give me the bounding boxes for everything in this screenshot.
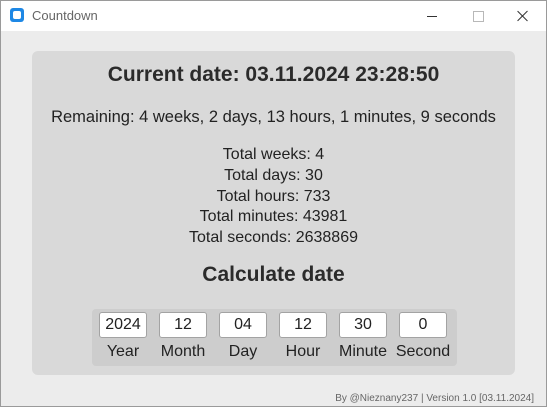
month-input[interactable] <box>159 312 207 338</box>
total-seconds: Total seconds: 2638869 <box>188 229 358 247</box>
total-hours: Total hours: 733 <box>216 187 331 205</box>
current-date-heading: Current date: 03.11.2024 23:28:50 <box>107 63 440 86</box>
total-minutes: Total minutes: 43981 <box>199 208 348 226</box>
minute-label: Minute <box>338 343 388 360</box>
remaining-text: Remaining: 4 weeks, 2 days, 13 hours, 1 … <box>51 108 496 126</box>
close-button[interactable] <box>500 1 546 31</box>
year-label: Year <box>106 343 140 360</box>
total-days: Total days: 30 <box>224 166 323 184</box>
hour-input[interactable] <box>279 312 327 338</box>
month-label: Month <box>160 343 206 360</box>
second-field-group: Second <box>394 312 452 361</box>
title-bar[interactable]: Countdown <box>1 1 546 31</box>
maximize-button[interactable] <box>455 1 501 31</box>
total-weeks: Total weeks: 4 <box>222 146 325 163</box>
day-input[interactable] <box>219 312 267 338</box>
month-field-group: Month <box>154 312 212 361</box>
minute-field-group: Minute <box>334 312 392 361</box>
hour-field-group: Hour <box>274 312 332 361</box>
app-icon <box>10 8 24 22</box>
date-input-group: Year Month Day Hour Minute Second <box>92 309 457 366</box>
day-label: Day <box>228 343 258 360</box>
maximize-icon <box>472 10 484 22</box>
calculate-date-heading: Calculate date <box>202 263 345 286</box>
second-input[interactable] <box>399 312 447 338</box>
window-title: Countdown <box>32 8 98 23</box>
year-input[interactable] <box>99 312 147 338</box>
countdown-panel: Current date: 03.11.2024 23:28:50 Remain… <box>32 51 515 375</box>
app-window: Countdown Current date: 03.11.2024 23:28… <box>0 0 547 407</box>
second-label: Second <box>395 343 451 360</box>
minute-input[interactable] <box>339 312 387 338</box>
close-icon <box>517 10 529 22</box>
minimize-icon <box>427 15 437 17</box>
year-field-group: Year <box>94 312 152 361</box>
hour-label: Hour <box>285 343 321 360</box>
totals-list: Total weeks: 4 Total days: 30 Total hour… <box>32 145 515 249</box>
minimize-button[interactable] <box>409 1 455 31</box>
footer-version: By @Nieznany237 | Version 1.0 [03.11.202… <box>335 393 534 404</box>
day-field-group: Day <box>214 312 272 361</box>
